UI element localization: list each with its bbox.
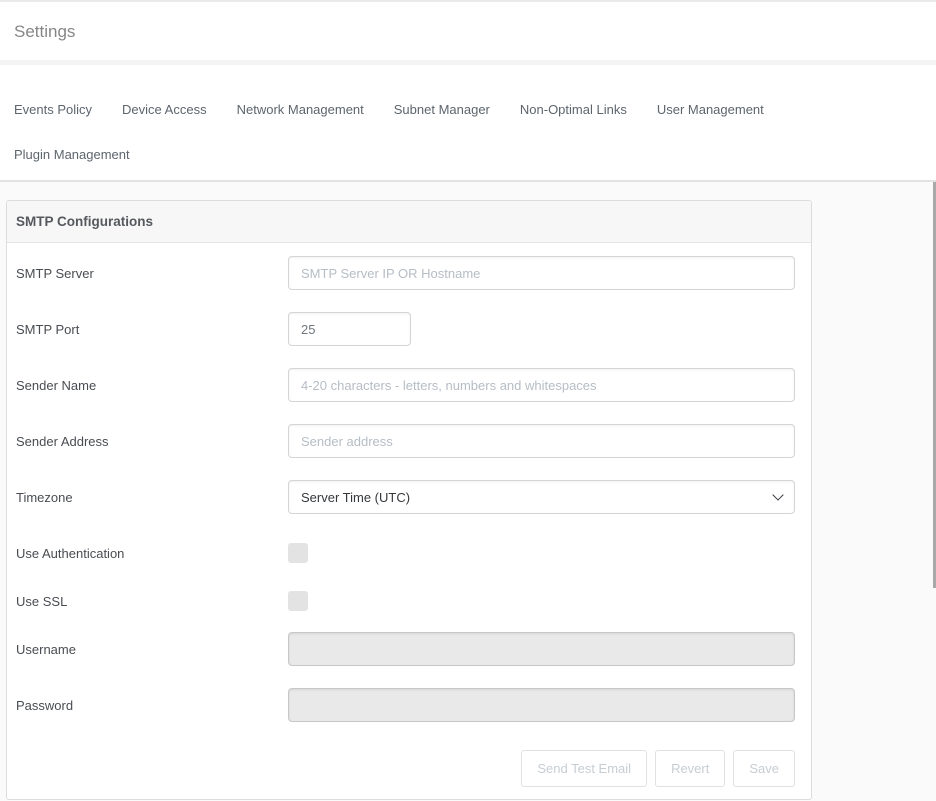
tab-user-management[interactable]: User Management: [657, 102, 764, 117]
smtp-port-input[interactable]: [288, 312, 411, 346]
timezone-select[interactable]: Server Time (UTC): [288, 480, 795, 514]
timezone-label: Timezone: [16, 490, 288, 505]
smtp-server-row: SMTP Server: [16, 256, 795, 290]
use-authentication-label: Use Authentication: [16, 546, 288, 561]
smtp-server-input[interactable]: [288, 256, 795, 290]
tab-network-management[interactable]: Network Management: [237, 102, 364, 117]
panel-actions: Send Test Email Revert Save: [16, 750, 795, 787]
use-authentication-checkbox[interactable]: [288, 543, 308, 563]
smtp-server-label: SMTP Server: [16, 266, 288, 281]
use-authentication-row: Use Authentication: [16, 536, 795, 570]
panel-title: SMTP Configurations: [7, 201, 811, 243]
tab-row-1: Events Policy Device Access Network Mana…: [14, 94, 924, 124]
use-ssl-checkbox[interactable]: [288, 591, 308, 611]
header-divider: [0, 60, 936, 65]
send-test-email-button[interactable]: Send Test Email: [521, 750, 647, 787]
use-ssl-label: Use SSL: [16, 594, 288, 609]
tab-device-access[interactable]: Device Access: [122, 102, 207, 117]
sender-address-label: Sender Address: [16, 434, 288, 449]
smtp-configurations-panel: SMTP Configurations SMTP Server SMTP Por…: [6, 200, 812, 800]
top-border-line: [0, 0, 936, 2]
tab-plugin-management[interactable]: Plugin Management: [14, 147, 130, 162]
username-label: Username: [16, 642, 288, 657]
password-label: Password: [16, 698, 288, 713]
use-ssl-row: Use SSL: [16, 584, 795, 618]
timezone-row: Timezone Server Time (UTC): [16, 480, 795, 514]
smtp-port-row: SMTP Port: [16, 312, 795, 346]
username-input[interactable]: [288, 632, 795, 666]
revert-button[interactable]: Revert: [655, 750, 725, 787]
sender-name-label: Sender Name: [16, 378, 288, 393]
page-title: Settings: [14, 22, 75, 42]
timezone-selected-value: Server Time (UTC): [301, 490, 410, 505]
sender-name-row: Sender Name: [16, 368, 795, 402]
password-row: Password: [16, 688, 795, 722]
sender-name-input[interactable]: [288, 368, 795, 402]
sender-address-input[interactable]: [288, 424, 795, 458]
password-input[interactable]: [288, 688, 795, 722]
tab-row-2: Plugin Management: [14, 139, 924, 169]
smtp-port-label: SMTP Port: [16, 322, 288, 337]
chevron-down-icon: [772, 489, 783, 500]
settings-tab-bar: Events Policy Device Access Network Mana…: [14, 94, 924, 169]
sender-address-row: Sender Address: [16, 424, 795, 458]
tab-subnet-manager[interactable]: Subnet Manager: [394, 102, 490, 117]
tab-non-optimal-links[interactable]: Non-Optimal Links: [520, 102, 627, 117]
smtp-form: SMTP Server SMTP Port Sender Name Sender…: [7, 243, 811, 799]
save-button[interactable]: Save: [733, 750, 795, 787]
tab-events-policy[interactable]: Events Policy: [14, 102, 92, 117]
username-row: Username: [16, 632, 795, 666]
